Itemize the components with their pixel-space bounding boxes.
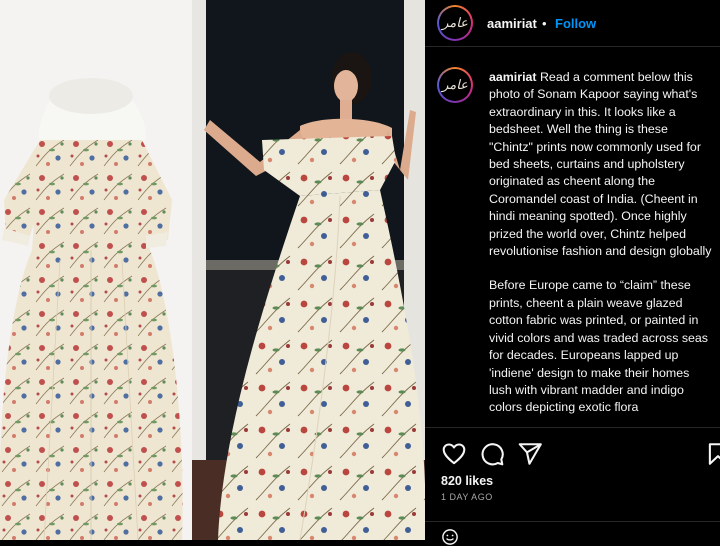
- heart-icon[interactable]: [441, 441, 467, 467]
- username-link[interactable]: aamiriat: [487, 16, 537, 31]
- follow-button[interactable]: Follow: [555, 16, 596, 31]
- caption-paragraph-2: Before Europe came to “claim” these prin…: [489, 278, 709, 415]
- likes-count[interactable]: 820 likes: [441, 474, 493, 488]
- avatar-logo-text: عامر: [442, 15, 468, 31]
- profile-avatar[interactable]: عامر: [437, 5, 473, 41]
- caption-scroll-area[interactable]: عامر aamiriat Read a comment below this …: [425, 47, 720, 427]
- post-header: عامر aamiriat • Follow: [425, 0, 720, 47]
- caption-paragraph-1: Read a comment below this photo of Sonam…: [489, 70, 712, 259]
- post-caption: aamiriat Read a comment below this photo…: [489, 69, 714, 427]
- bookmark-icon[interactable]: [705, 441, 720, 467]
- separator-dot: •: [542, 16, 547, 31]
- post-timestamp[interactable]: 1 DAY AGO: [441, 492, 493, 502]
- comment-icon[interactable]: [479, 441, 505, 467]
- post-actions: 820 likes 1 DAY AGO: [425, 427, 720, 545]
- caption-avatar[interactable]: عامر: [437, 67, 473, 103]
- caption-username-link[interactable]: aamiriat: [489, 70, 537, 84]
- emoji-icon[interactable]: [441, 528, 459, 546]
- post-image[interactable]: [0, 0, 425, 540]
- avatar-logo-text: عامر: [442, 77, 468, 93]
- comment-bar: [425, 521, 720, 545]
- share-icon[interactable]: [517, 441, 543, 467]
- post-sidebar: عامر aamiriat • Follow عامر aamiriat Rea…: [425, 0, 720, 545]
